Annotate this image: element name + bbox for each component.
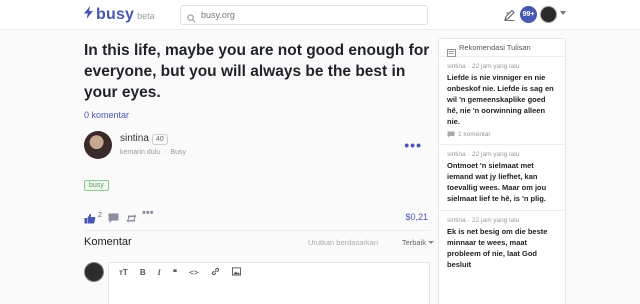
post-time: kemarin dulu [120,149,161,156]
write-icon[interactable] [504,8,515,26]
like-icon[interactable] [84,211,96,229]
rec-title[interactable]: Ontmoet 'n sielmaat met iemand wat jy li… [447,160,557,204]
more-actions-icon[interactable]: ••• [142,207,154,219]
post-main: In this life, maybe you are not good eno… [84,40,434,304]
search-input[interactable] [201,8,421,22]
editor-toolbar: ᴛT B I ❝ <> [109,263,429,281]
rec-meta: sintina · 22 jam yang lalu [447,151,520,158]
rec-comments-count: 1 komentar [458,131,491,138]
rec-title[interactable]: Liefde is nie vinniger en nie onbeskof n… [447,72,557,127]
recommended-post[interactable]: sintina · 22 jam yang lalu Ontmoet 'n siel… [439,145,565,211]
more-icon[interactable]: ••• [404,137,422,153]
post-actions: 2 ••• $0,21 [84,207,430,224]
panel-title: Rekomendasi Tulisan [459,43,531,52]
rec-time: 22 jam yang lalu [471,217,520,224]
chevron-down-icon[interactable] [560,11,566,15]
search-icon [187,10,196,28]
rec-author[interactable]: sintina [447,151,466,158]
rec-meta: sintina · 22 jam yang lalu [447,217,520,224]
rec-author[interactable]: sintina [447,217,466,224]
sort-label: Urutkan berdasarkan [307,238,378,247]
quote-button[interactable]: ❝ [173,268,177,277]
recommended-posts-panel: Rekomendasi Tulisan sintina · 22 jam yang … [438,38,566,304]
logo-text: busy [96,6,135,23]
comment-editor[interactable]: ᴛT B I ❝ <> [108,262,430,304]
reblog-icon[interactable] [126,211,137,229]
comments-count-link[interactable]: 0 komentar [84,110,430,120]
code-button[interactable]: <> [189,268,199,277]
author-avatar[interactable] [84,131,112,159]
recommended-post[interactable]: sintina · 22 jam yang lalu Ek is net besig… [439,211,565,276]
link-button[interactable] [211,267,220,278]
rec-time: 22 jam yang lalu [471,151,520,158]
rec-time: 22 jam yang lalu [471,63,520,70]
post-payout[interactable]: $0,21 [405,212,428,222]
rec-comments[interactable]: 1 komentar [447,131,557,138]
sort-dropdown[interactable]: Terbaik [402,238,426,247]
user-avatar[interactable] [540,6,557,23]
logo-beta-label: beta [137,11,155,21]
heading-button[interactable]: ᴛT [119,268,128,277]
comment-icon [447,131,455,138]
comment-icon[interactable] [108,211,119,229]
current-user-avatar [84,262,104,282]
post-app[interactable]: Busy [170,149,186,156]
author-meta: kemarin dulu · Busy [120,149,186,156]
rec-meta: sintina · 22 jam yang lalu [447,63,520,70]
author-name[interactable]: sintina [120,133,149,144]
notifications-badge[interactable]: 99+ [520,6,537,23]
image-button[interactable] [231,266,241,278]
recommended-post[interactable]: sintina · 22 jam yang lalu Liefde is nie v… [439,57,565,145]
bolt-icon [84,6,93,23]
comments-header: Komentar Urutkan berdasarkan Terbaik [84,236,434,248]
comments-title: Komentar [84,236,132,248]
votes-count[interactable]: 2 [98,212,102,219]
author-reputation-badge: 40 [152,134,168,145]
post-title: In this life, maybe you are not good eno… [84,42,430,101]
search-box[interactable] [180,5,428,25]
rec-author[interactable]: sintina [447,63,466,70]
bold-button[interactable]: B [140,268,146,277]
italic-button[interactable]: I [158,268,161,277]
divider [84,230,430,231]
rec-title[interactable]: Ek is net besig om die beste minnaar te … [447,226,557,270]
tag-busy[interactable]: busy [84,180,109,191]
chevron-down-icon[interactable] [428,241,434,244]
top-navigation-bar: busy beta 99+ [0,0,640,30]
busy-logo[interactable]: busy beta [84,6,155,24]
panel-header: Rekomendasi Tulisan [439,39,565,57]
author-row: sintina 40 kemarin dulu · Busy ••• [84,131,430,163]
